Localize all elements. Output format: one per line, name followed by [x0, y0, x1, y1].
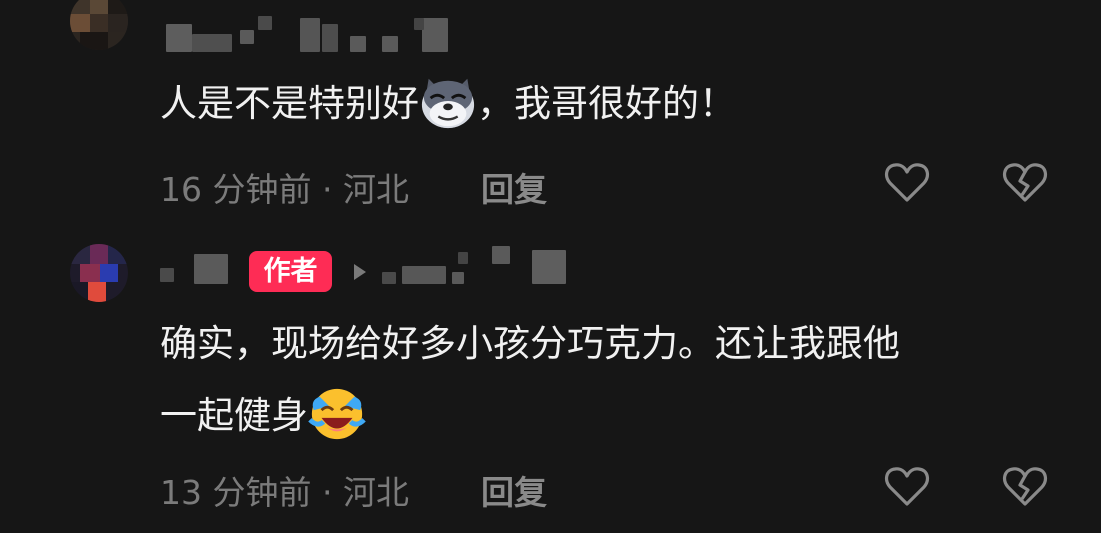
reply-to-arrow-icon [354, 264, 366, 280]
timestamp-location: 13 分钟前 · 河北 [160, 473, 409, 512]
heart-outline-icon[interactable] [882, 157, 932, 207]
username-blurred[interactable] [160, 250, 250, 290]
comment-text-line1: 确实，现场给好多小孩分巧克力。还让我跟他 [160, 322, 900, 365]
comment-text-part2: ，我哥很好的！ [477, 82, 736, 125]
avatar[interactable] [70, 244, 128, 302]
laugh-cry-emoji [308, 388, 366, 439]
reply-button[interactable]: 回复 [481, 466, 547, 514]
comment-1: 人是不是特别好 ，我哥很好的！ 16 分钟前 · 河北 回复 [0, 0, 1101, 220]
timestamp-location: 16 分钟前 · 河北 [160, 170, 409, 209]
comment-text-part1: 人是不是特别好 [160, 82, 419, 125]
broken-heart-icon[interactable] [1000, 461, 1050, 511]
comment-text: 人是不是特别好 ，我哥很好的！ [160, 74, 736, 134]
doge-emoji [421, 78, 475, 128]
comment-2: 作者 确实，现场给好多小孩分巧克力。还让我跟他 一起健身 13 分钟前 · 河北… [0, 230, 1101, 533]
username-blurred[interactable] [160, 12, 480, 52]
reply-target-username-blurred[interactable] [382, 244, 572, 284]
avatar[interactable] [70, 0, 128, 50]
reply-button[interactable]: 回复 [481, 163, 547, 211]
broken-heart-icon[interactable] [1000, 157, 1050, 207]
heart-outline-icon[interactable] [882, 461, 932, 511]
author-badge: 作者 [249, 251, 332, 292]
comment-text-part: 一起健身 [160, 394, 308, 437]
comment-text-line2: 一起健身 [160, 386, 366, 446]
